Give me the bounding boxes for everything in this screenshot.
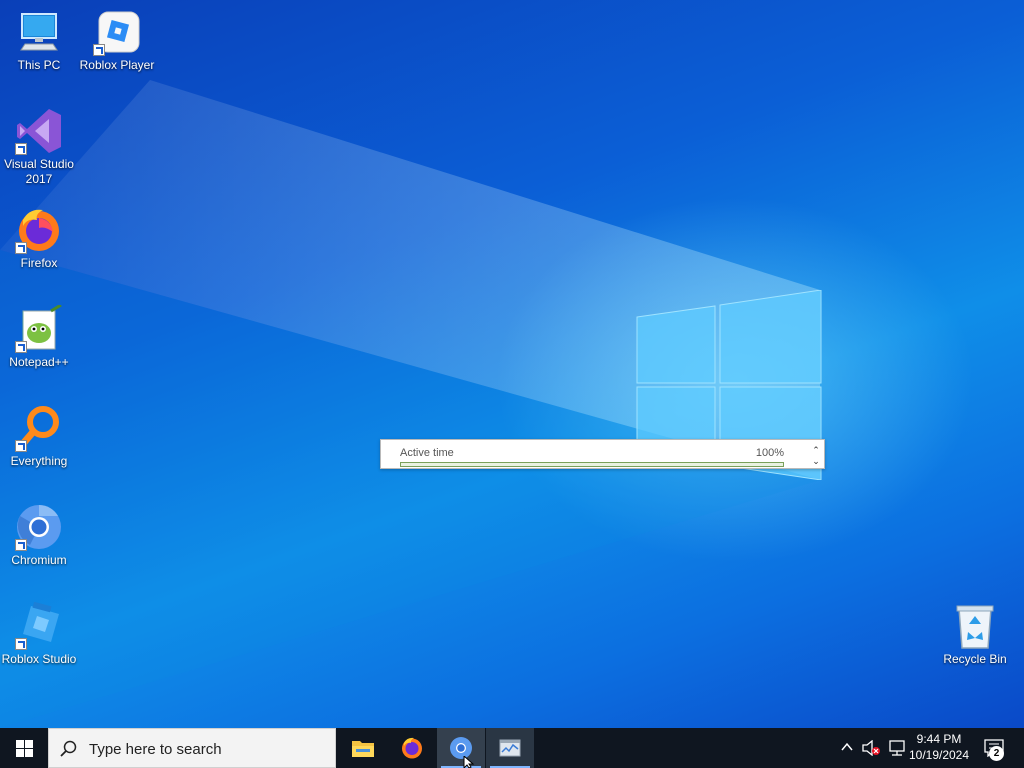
shortcut-arrow-icon: [15, 539, 27, 551]
desktop: This PC Roblox Player Visual Studio 2017: [0, 0, 1024, 728]
desktop-icon-label: Everything: [10, 454, 68, 468]
desktop-icon-label: Roblox Player: [79, 58, 155, 72]
clock-time: 9:44 PM: [916, 732, 962, 746]
roblox-player-icon: [93, 8, 141, 56]
desktop-icon-notepad-plus-plus[interactable]: Notepad++: [0, 305, 78, 370]
taskbar-app-chromium[interactable]: [437, 728, 485, 768]
everything-search-icon: [15, 404, 63, 452]
shortcut-arrow-icon: [15, 143, 27, 155]
chevron-up-icon: [841, 742, 853, 751]
search-icon: [60, 740, 77, 757]
taskbar: 9:44 PM 10/19/2024 2: [0, 728, 1024, 768]
active-time-label: Active time: [400, 447, 454, 459]
desktop-icon-firefox[interactable]: Firefox: [0, 206, 78, 271]
windows-start-icon: [16, 740, 33, 757]
search-input[interactable]: [87, 729, 331, 768]
notification-count-badge: 2: [989, 746, 1004, 761]
desktop-icon-recycle-bin[interactable]: Recycle Bin: [936, 602, 1014, 667]
active-time-progress-bar: [400, 462, 784, 467]
taskbar-clock[interactable]: 9:44 PM 10/19/2024: [906, 731, 972, 763]
roblox-studio-icon: [15, 602, 63, 650]
taskbar-app-firefox[interactable]: [388, 728, 436, 768]
desktop-icon-label: Firefox: [20, 256, 58, 270]
shortcut-arrow-icon: [15, 638, 27, 650]
task-manager-icon: [499, 739, 521, 757]
shortcut-arrow-icon: [15, 440, 27, 452]
desktop-icon-visual-studio-2017[interactable]: Visual Studio 2017: [0, 107, 78, 187]
visual-studio-icon: [15, 107, 63, 155]
folder-icon: [352, 741, 374, 757]
desktop-icon-label: Chromium: [11, 553, 67, 567]
start-button[interactable]: [0, 728, 48, 768]
desktop-icon-label: Notepad++: [9, 355, 69, 369]
spinner-buttons[interactable]: ⌃ ⌄: [810, 445, 822, 467]
network-icon: [889, 740, 905, 756]
volume-muted-icon: [862, 740, 880, 756]
active-time-widget: Active time 100% ⌃ ⌄: [380, 439, 825, 469]
recycle-bin-icon: [951, 602, 999, 650]
desktop-icon-label: Recycle Bin: [943, 652, 1007, 666]
taskbar-search-box[interactable]: [48, 728, 336, 768]
computer-icon: [15, 8, 63, 56]
desktop-icon-chromium[interactable]: Chromium: [0, 503, 78, 568]
wallpaper-light-beam: [0, 80, 820, 728]
firefox-icon: [15, 206, 63, 254]
desktop-icon-label: Roblox Studio: [1, 652, 77, 666]
desktop-icon-label: This PC: [17, 58, 61, 72]
desktop-icon-roblox-player[interactable]: Roblox Player: [78, 8, 156, 73]
chromium-icon: [15, 503, 63, 551]
clock-date: 10/19/2024: [908, 748, 970, 762]
volume-button[interactable]: [858, 728, 882, 768]
active-time-progress-fill: [401, 463, 783, 466]
taskbar-app-file-explorer[interactable]: [339, 728, 387, 768]
chevron-down-icon[interactable]: ⌄: [810, 456, 822, 467]
notepad-plus-plus-icon: [15, 305, 63, 353]
active-time-value: 100%: [755, 447, 784, 459]
chevron-up-icon[interactable]: ⌃: [810, 445, 822, 456]
desktop-icon-label: Visual Studio 2017: [4, 157, 74, 186]
desktop-icon-roblox-studio[interactable]: Roblox Studio: [0, 602, 78, 667]
mouse-cursor-icon: [463, 756, 475, 768]
desktop-icon-everything[interactable]: Everything: [0, 404, 78, 469]
shortcut-arrow-icon: [93, 44, 105, 56]
shortcut-arrow-icon: [15, 341, 27, 353]
network-button[interactable]: [884, 728, 906, 768]
taskbar-app-task-manager[interactable]: [486, 728, 534, 768]
show-hidden-icons-button[interactable]: [836, 728, 858, 768]
desktop-icon-this-pc[interactable]: This PC: [0, 8, 78, 73]
shortcut-arrow-icon: [15, 242, 27, 254]
firefox-icon: [402, 737, 422, 759]
